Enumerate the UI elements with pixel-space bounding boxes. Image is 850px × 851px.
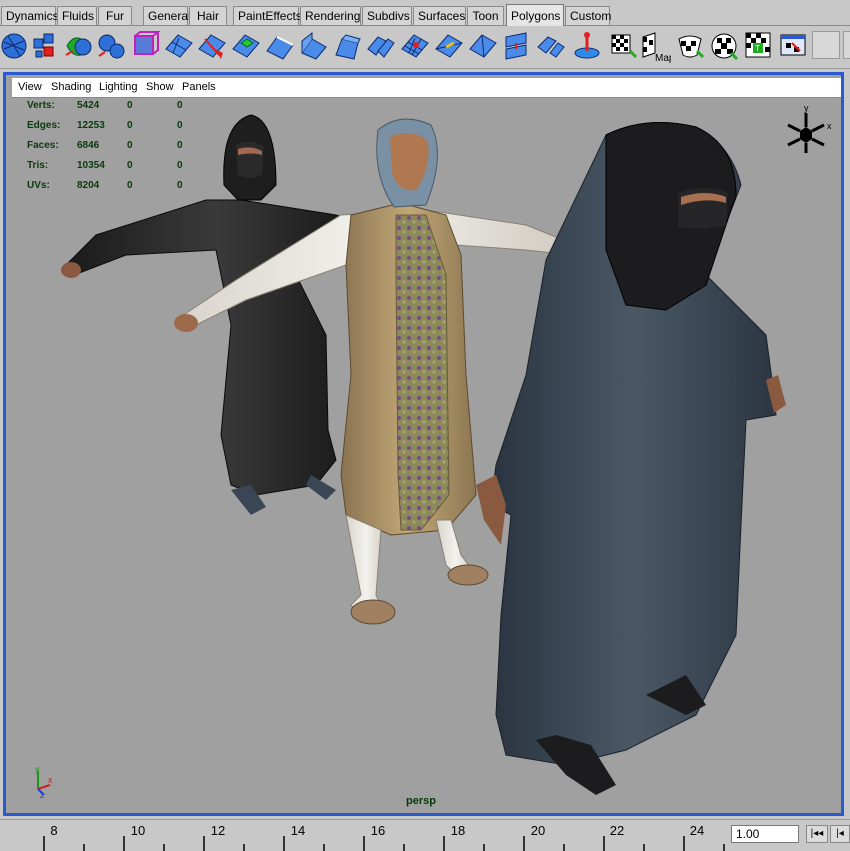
tab-subdivs[interactable]: Subdivs	[362, 6, 412, 25]
tick-label: 18	[450, 823, 466, 838]
hud-value: 0	[127, 160, 133, 171]
shelf-tab-bar: Dynamics Fluids Fur General Hair PaintEf…	[0, 0, 850, 26]
plane-icon[interactable]	[164, 29, 194, 63]
perspective-viewport[interactable]: View Shading Lighting Show Panels Verts:…	[3, 72, 844, 816]
hud-value: 0	[177, 120, 183, 131]
tick-label: 20	[530, 823, 546, 838]
tick-label: 16	[370, 823, 386, 838]
tick-label: 24	[689, 823, 705, 838]
subdivide-icon[interactable]	[400, 29, 430, 63]
wedge-icon[interactable]	[298, 29, 328, 63]
hud-value: 0	[177, 140, 183, 151]
bevel-icon[interactable]	[332, 29, 362, 63]
tab-painteffects[interactable]: PaintEffects	[233, 6, 302, 25]
hud-value: 0	[177, 180, 183, 191]
uv-map-label: Map	[655, 53, 671, 63]
hud-value: 10354	[77, 160, 105, 171]
extrude-face-icon[interactable]	[231, 29, 261, 63]
tab-toon[interactable]: Toon	[467, 6, 504, 25]
hud-value: 0	[127, 100, 133, 111]
svg-text:T: T	[755, 44, 760, 53]
separate-icon[interactable]	[96, 29, 126, 63]
compass-y-label: y	[804, 103, 809, 113]
hud-value: 5424	[77, 100, 100, 111]
time-slider[interactable]: 8 10 12 14 16 18 20 22 24 1.00 |◂◂ |◂	[0, 819, 850, 851]
hud-label-verts: Verts:	[27, 100, 55, 111]
tab-polygons[interactable]: Polygons	[506, 4, 564, 26]
hud-label-uvs: UVs:	[27, 180, 50, 191]
polygons-shelf: Map T	[0, 26, 850, 69]
tab-dynamics[interactable]: Dynamics	[1, 6, 59, 25]
empty-shelf-slot[interactable]	[843, 31, 850, 59]
split-icon[interactable]	[197, 29, 227, 63]
tab-fur[interactable]: Fur	[98, 6, 132, 25]
smooth-icon[interactable]	[572, 29, 602, 63]
hud-value: 0	[127, 140, 133, 151]
tab-hair[interactable]: Hair	[189, 6, 227, 25]
tab-general[interactable]: General	[143, 6, 191, 25]
uv-texture-icon[interactable]	[778, 29, 808, 63]
uv-editor-icon[interactable]: T	[743, 29, 773, 63]
tab-fluids[interactable]: Fluids	[57, 6, 97, 25]
hud-value: 12253	[77, 120, 105, 131]
bounding-box-icon[interactable]	[130, 29, 160, 63]
tick-label: 8	[50, 823, 58, 838]
tab-rendering[interactable]: Rendering	[300, 6, 361, 25]
uv-map-icon[interactable]: Map	[641, 29, 671, 63]
compass-x-label: x	[827, 121, 832, 131]
hud-value: 0	[177, 100, 183, 111]
menu-lighting[interactable]: Lighting	[99, 78, 138, 97]
tick-label: 14	[290, 823, 306, 838]
hud-value: 0	[177, 160, 183, 171]
current-frame-field[interactable]: 1.00	[731, 825, 799, 843]
hud-label-edges: Edges:	[27, 120, 61, 131]
combine-icon[interactable]	[63, 29, 93, 63]
hud-value: 0	[127, 180, 133, 191]
append-icon[interactable]	[502, 29, 532, 63]
step-back-button[interactable]: |◂	[830, 825, 850, 843]
menu-panels[interactable]: Panels	[182, 78, 216, 97]
axis-x-label: x	[48, 775, 53, 785]
quadrangulate-icon[interactable]	[468, 29, 498, 63]
panel-menu-bar: View Shading Lighting Show Panels	[12, 78, 841, 98]
camera-name-label: persp	[406, 795, 436, 807]
hud-value: 8204	[77, 180, 100, 191]
empty-shelf-slot[interactable]	[812, 31, 840, 59]
hud-label-faces: Faces:	[27, 140, 59, 151]
tick-label: 12	[210, 823, 226, 838]
sphere-icon[interactable]	[0, 29, 30, 63]
uv-cylindrical-icon[interactable]	[675, 29, 705, 63]
cube-icon[interactable]	[30, 29, 60, 63]
tick-label: 10	[130, 823, 146, 838]
mirror-icon[interactable]	[608, 29, 638, 63]
axis-z-label: z	[40, 790, 45, 799]
menu-view[interactable]: View	[18, 78, 42, 97]
extrude-edge-icon[interactable]	[265, 29, 295, 63]
tick-label: 22	[609, 823, 625, 838]
hud-value: 0	[127, 120, 133, 131]
hud-value: 6846	[77, 140, 100, 151]
axis-y-label: y	[35, 765, 40, 774]
tab-surfaces[interactable]: Surfaces	[413, 6, 466, 25]
view-compass-icon[interactable]: y x	[776, 103, 836, 163]
split-polygon-icon[interactable]	[536, 29, 566, 63]
triangulate-icon[interactable]	[434, 29, 464, 63]
uv-automatic-icon[interactable]	[709, 29, 739, 63]
figure-blue-robe	[476, 122, 786, 795]
menu-shading[interactable]: Shading	[51, 78, 91, 97]
axis-origin-icon: y x z	[35, 765, 53, 799]
menu-show[interactable]: Show	[146, 78, 174, 97]
hud-label-tris: Tris:	[27, 160, 49, 171]
merge-icon[interactable]	[366, 29, 396, 63]
go-to-start-button[interactable]: |◂◂	[806, 825, 828, 843]
tab-custom[interactable]: Custom	[565, 6, 611, 25]
